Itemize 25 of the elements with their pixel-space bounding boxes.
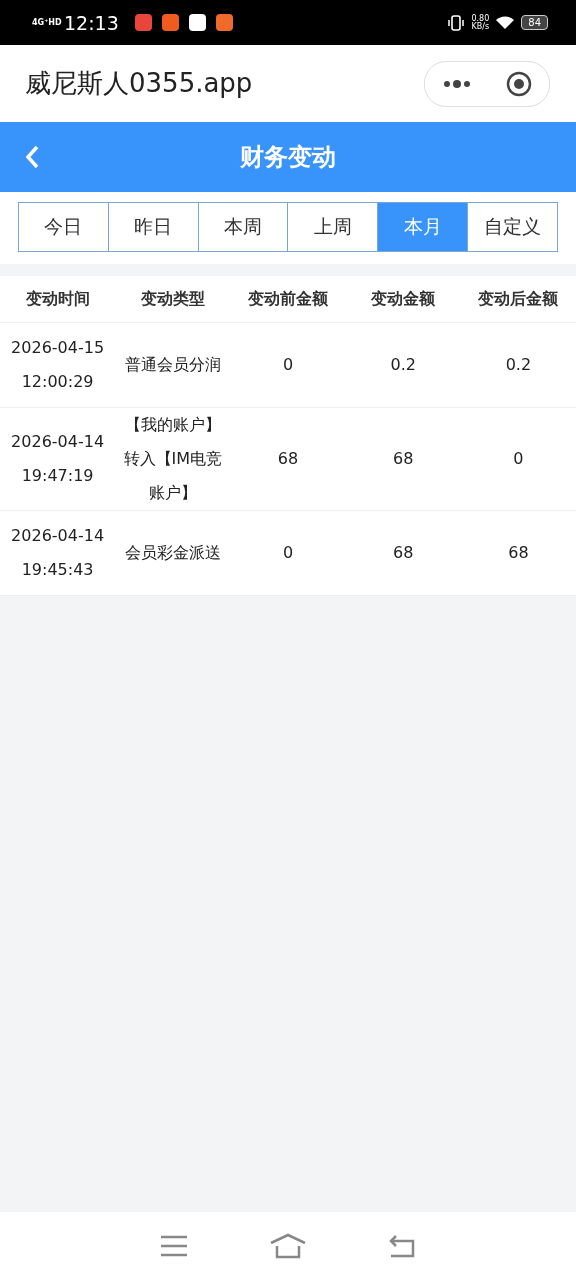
column-header: 变动类型 [139,288,206,310]
table-cell-text: 0 [512,448,525,470]
page-title: 财务变动 [240,142,336,173]
table-cell-text: 68 [276,448,300,470]
table-cell-text: 68 [392,542,415,564]
table-cell-text: 0 [281,542,295,564]
table-cell-text: 2026-04-15 12:00:29 [10,337,106,393]
table-cell-text: 0 [281,354,295,376]
battery-level: 84 [521,15,548,30]
table-cell-text: 【我的账户】转入【IM电竞账户】 [122,414,224,504]
column-header: 变动金额 [370,288,437,310]
table-cell-text: 2026-04-14 19:45:43 [10,525,106,581]
table-cell-text: 0.2 [389,354,417,376]
table-cell-text: 0.2 [504,354,533,376]
column-header: 变动后金额 [477,288,560,310]
table-cell-text: 会员彩金派送 [123,542,222,564]
table-cell-text: 68 [507,542,530,564]
clock: 12:13 [64,11,119,34]
table-cell-text: 普通会员分润 [123,354,222,376]
column-header: 变动时间 [24,288,91,310]
network-speed: 0.80 KB/s [471,14,490,31]
column-header: 变动前金额 [247,288,329,310]
table-cell-text: 68 [392,448,415,470]
table-cell-text: 2026-04-14 19:47:19 [10,431,106,487]
app-title: 威尼斯人0355.app [25,67,253,100]
